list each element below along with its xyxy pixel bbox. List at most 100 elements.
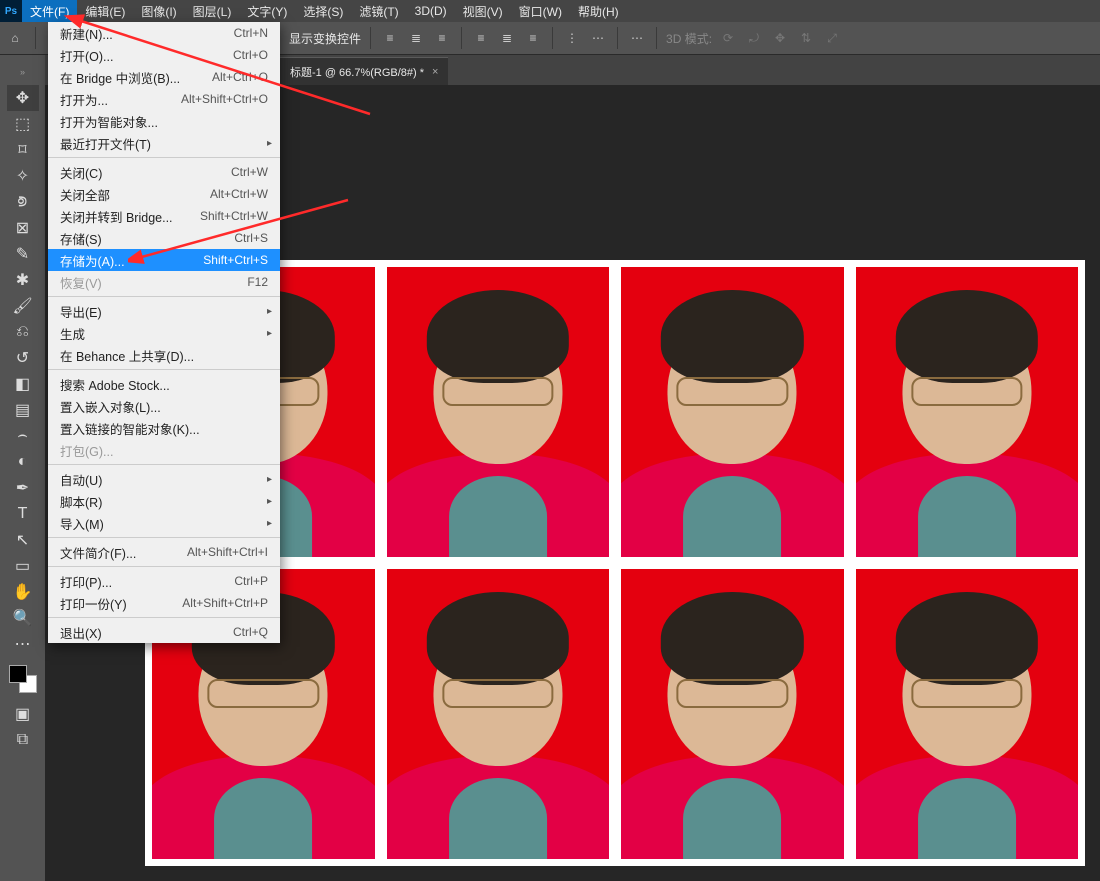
- align-left-icon[interactable]: ≡: [380, 28, 400, 48]
- menu-item[interactable]: 搜索 Adobe Stock...: [48, 373, 280, 395]
- menu-item-shortcut: Ctrl+P: [234, 574, 268, 588]
- menu-select[interactable]: 选择(S): [295, 0, 351, 22]
- menu-item[interactable]: 置入链接的智能对象(K)...: [48, 417, 280, 439]
- menu-item[interactable]: 打开为智能对象...: [48, 110, 280, 132]
- tool-magic-wand[interactable]: ✧: [7, 163, 39, 189]
- tool-spot-heal[interactable]: ✱: [7, 267, 39, 293]
- menu-layer[interactable]: 图层(L): [185, 0, 240, 22]
- menu-item[interactable]: 打印一份(Y)Alt+Shift+Ctrl+P: [48, 592, 280, 614]
- menu-item-label: 文件简介(F)...: [60, 543, 136, 562]
- color-swatch[interactable]: [9, 665, 37, 693]
- menu-item-label: 存储(S): [60, 229, 102, 248]
- menu-file[interactable]: 文件(F): [22, 0, 77, 22]
- menu-window[interactable]: 窗口(W): [511, 0, 570, 22]
- tool-type[interactable]: T: [7, 501, 39, 527]
- menu-item-label: 打印一份(Y): [60, 594, 127, 613]
- tool-eraser[interactable]: ◧: [7, 371, 39, 397]
- menu-filter[interactable]: 滤镜(T): [351, 0, 406, 22]
- align-hcenter-icon[interactable]: ≣: [406, 28, 426, 48]
- menu-type[interactable]: 文字(Y): [239, 0, 295, 22]
- tool-blur[interactable]: ⌢: [7, 423, 39, 449]
- menu-item[interactable]: 置入嵌入对象(L)...: [48, 395, 280, 417]
- menu-item[interactable]: 存储为(A)...Shift+Ctrl+S: [48, 249, 280, 271]
- close-tab-icon[interactable]: ×: [432, 66, 438, 78]
- tool-pen[interactable]: ✒: [7, 475, 39, 501]
- menu-item[interactable]: 脚本(R): [48, 490, 280, 512]
- id-photo: [621, 267, 844, 557]
- id-photo: [856, 569, 1079, 859]
- menu-item: 恢复(V)F12: [48, 271, 280, 293]
- menu-separator: [48, 537, 280, 538]
- tool-collapse-icon[interactable]: »: [7, 59, 39, 85]
- menu-item[interactable]: 打开(O)...Ctrl+O: [48, 44, 280, 66]
- menu-item-shortcut: Shift+Ctrl+W: [200, 209, 268, 223]
- tool-lasso[interactable]: ⌑: [7, 137, 39, 163]
- menu-item[interactable]: 关闭全部Alt+Ctrl+W: [48, 183, 280, 205]
- id-photo: [387, 569, 610, 859]
- tool-frame[interactable]: ⊠: [7, 215, 39, 241]
- 3d-pan-icon: ✥: [770, 28, 790, 48]
- menu-image[interactable]: 图像(I): [133, 0, 184, 22]
- fg-color[interactable]: [9, 665, 27, 683]
- home-icon[interactable]: ⌂: [4, 27, 26, 49]
- tool-eyedropper[interactable]: ✎: [7, 241, 39, 267]
- transform-controls-label: 显示变换控件: [289, 30, 361, 47]
- more-icon[interactable]: ⋯: [627, 28, 647, 48]
- menu-item[interactable]: 关闭并转到 Bridge...Shift+Ctrl+W: [48, 205, 280, 227]
- file-menu-dropdown: 新建(N)...Ctrl+N打开(O)...Ctrl+O在 Bridge 中浏览…: [48, 22, 280, 643]
- document-tab[interactable]: 标题-1 @ 66.7%(RGB/8#) * ×: [280, 57, 448, 85]
- menu-item[interactable]: 导入(M): [48, 512, 280, 534]
- align-right-icon[interactable]: ≡: [432, 28, 452, 48]
- menu-item[interactable]: 退出(X)Ctrl+Q: [48, 621, 280, 643]
- menu-item[interactable]: 文件简介(F)...Alt+Shift+Ctrl+I: [48, 541, 280, 563]
- tool-crop[interactable]: ⟄: [7, 189, 39, 215]
- tool-clone[interactable]: ⎌: [7, 319, 39, 345]
- tool-gradient[interactable]: ▤: [7, 397, 39, 423]
- tool-rectangle[interactable]: ▭: [7, 553, 39, 579]
- menu-3d[interactable]: 3D(D): [407, 0, 455, 22]
- quickmask-icon[interactable]: ▣: [7, 701, 39, 727]
- menu-item-shortcut: Ctrl+Q: [233, 625, 268, 639]
- tool-hand[interactable]: ✋: [7, 579, 39, 605]
- document-tab-label: 标题-1 @ 66.7%(RGB/8#) *: [290, 64, 424, 80]
- tool-brush[interactable]: 🖌: [7, 293, 39, 319]
- menu-edit[interactable]: 编辑(E): [77, 0, 133, 22]
- align-vcenter-icon[interactable]: ≣: [497, 28, 517, 48]
- menu-item[interactable]: 导出(E): [48, 300, 280, 322]
- tool-move[interactable]: ✥: [7, 85, 39, 111]
- menu-item-label: 恢复(V): [60, 273, 102, 292]
- menu-item[interactable]: 自动(U): [48, 468, 280, 490]
- menu-item[interactable]: 关闭(C)Ctrl+W: [48, 161, 280, 183]
- menu-separator: [48, 464, 280, 465]
- tool-history-brush[interactable]: ↺: [7, 345, 39, 371]
- tool-zoom[interactable]: 🔍: [7, 605, 39, 631]
- distribute-h-icon[interactable]: ⋮: [562, 28, 582, 48]
- screenmode-icon[interactable]: ⧉: [7, 727, 39, 753]
- document-page: [145, 260, 1085, 866]
- menu-separator: [48, 296, 280, 297]
- menu-separator: [48, 369, 280, 370]
- menu-separator: [48, 617, 280, 618]
- distribute-v-icon[interactable]: ⋯: [588, 28, 608, 48]
- menu-item[interactable]: 生成: [48, 322, 280, 344]
- menu-item[interactable]: 在 Bridge 中浏览(B)...Alt+Ctrl+O: [48, 66, 280, 88]
- menu-item[interactable]: 新建(N)...Ctrl+N: [48, 22, 280, 44]
- menu-help[interactable]: 帮助(H): [570, 0, 627, 22]
- menu-item[interactable]: 打开为...Alt+Shift+Ctrl+O: [48, 88, 280, 110]
- menu-item-label: 自动(U): [60, 470, 102, 489]
- align-bottom-icon[interactable]: ≡: [523, 28, 543, 48]
- align-top-icon[interactable]: ≡: [471, 28, 491, 48]
- tool-path-select[interactable]: ↖: [7, 527, 39, 553]
- edit-toolbar-icon[interactable]: ⋯: [7, 631, 39, 657]
- menu-item[interactable]: 打印(P)...Ctrl+P: [48, 570, 280, 592]
- menu-view[interactable]: 视图(V): [455, 0, 511, 22]
- menubar: Ps 文件(F)编辑(E)图像(I)图层(L)文字(Y)选择(S)滤镜(T)3D…: [0, 0, 1100, 22]
- menu-item-label: 最近打开文件(T): [60, 134, 151, 153]
- menu-item[interactable]: 最近打开文件(T): [48, 132, 280, 154]
- menu-item[interactable]: 存储(S)Ctrl+S: [48, 227, 280, 249]
- id-photo: [621, 569, 844, 859]
- menu-item-label: 打开为智能对象...: [60, 112, 158, 131]
- menu-item[interactable]: 在 Behance 上共享(D)...: [48, 344, 280, 366]
- tool-dodge[interactable]: ◐: [7, 449, 39, 475]
- tool-marquee[interactable]: ⬚: [7, 111, 39, 137]
